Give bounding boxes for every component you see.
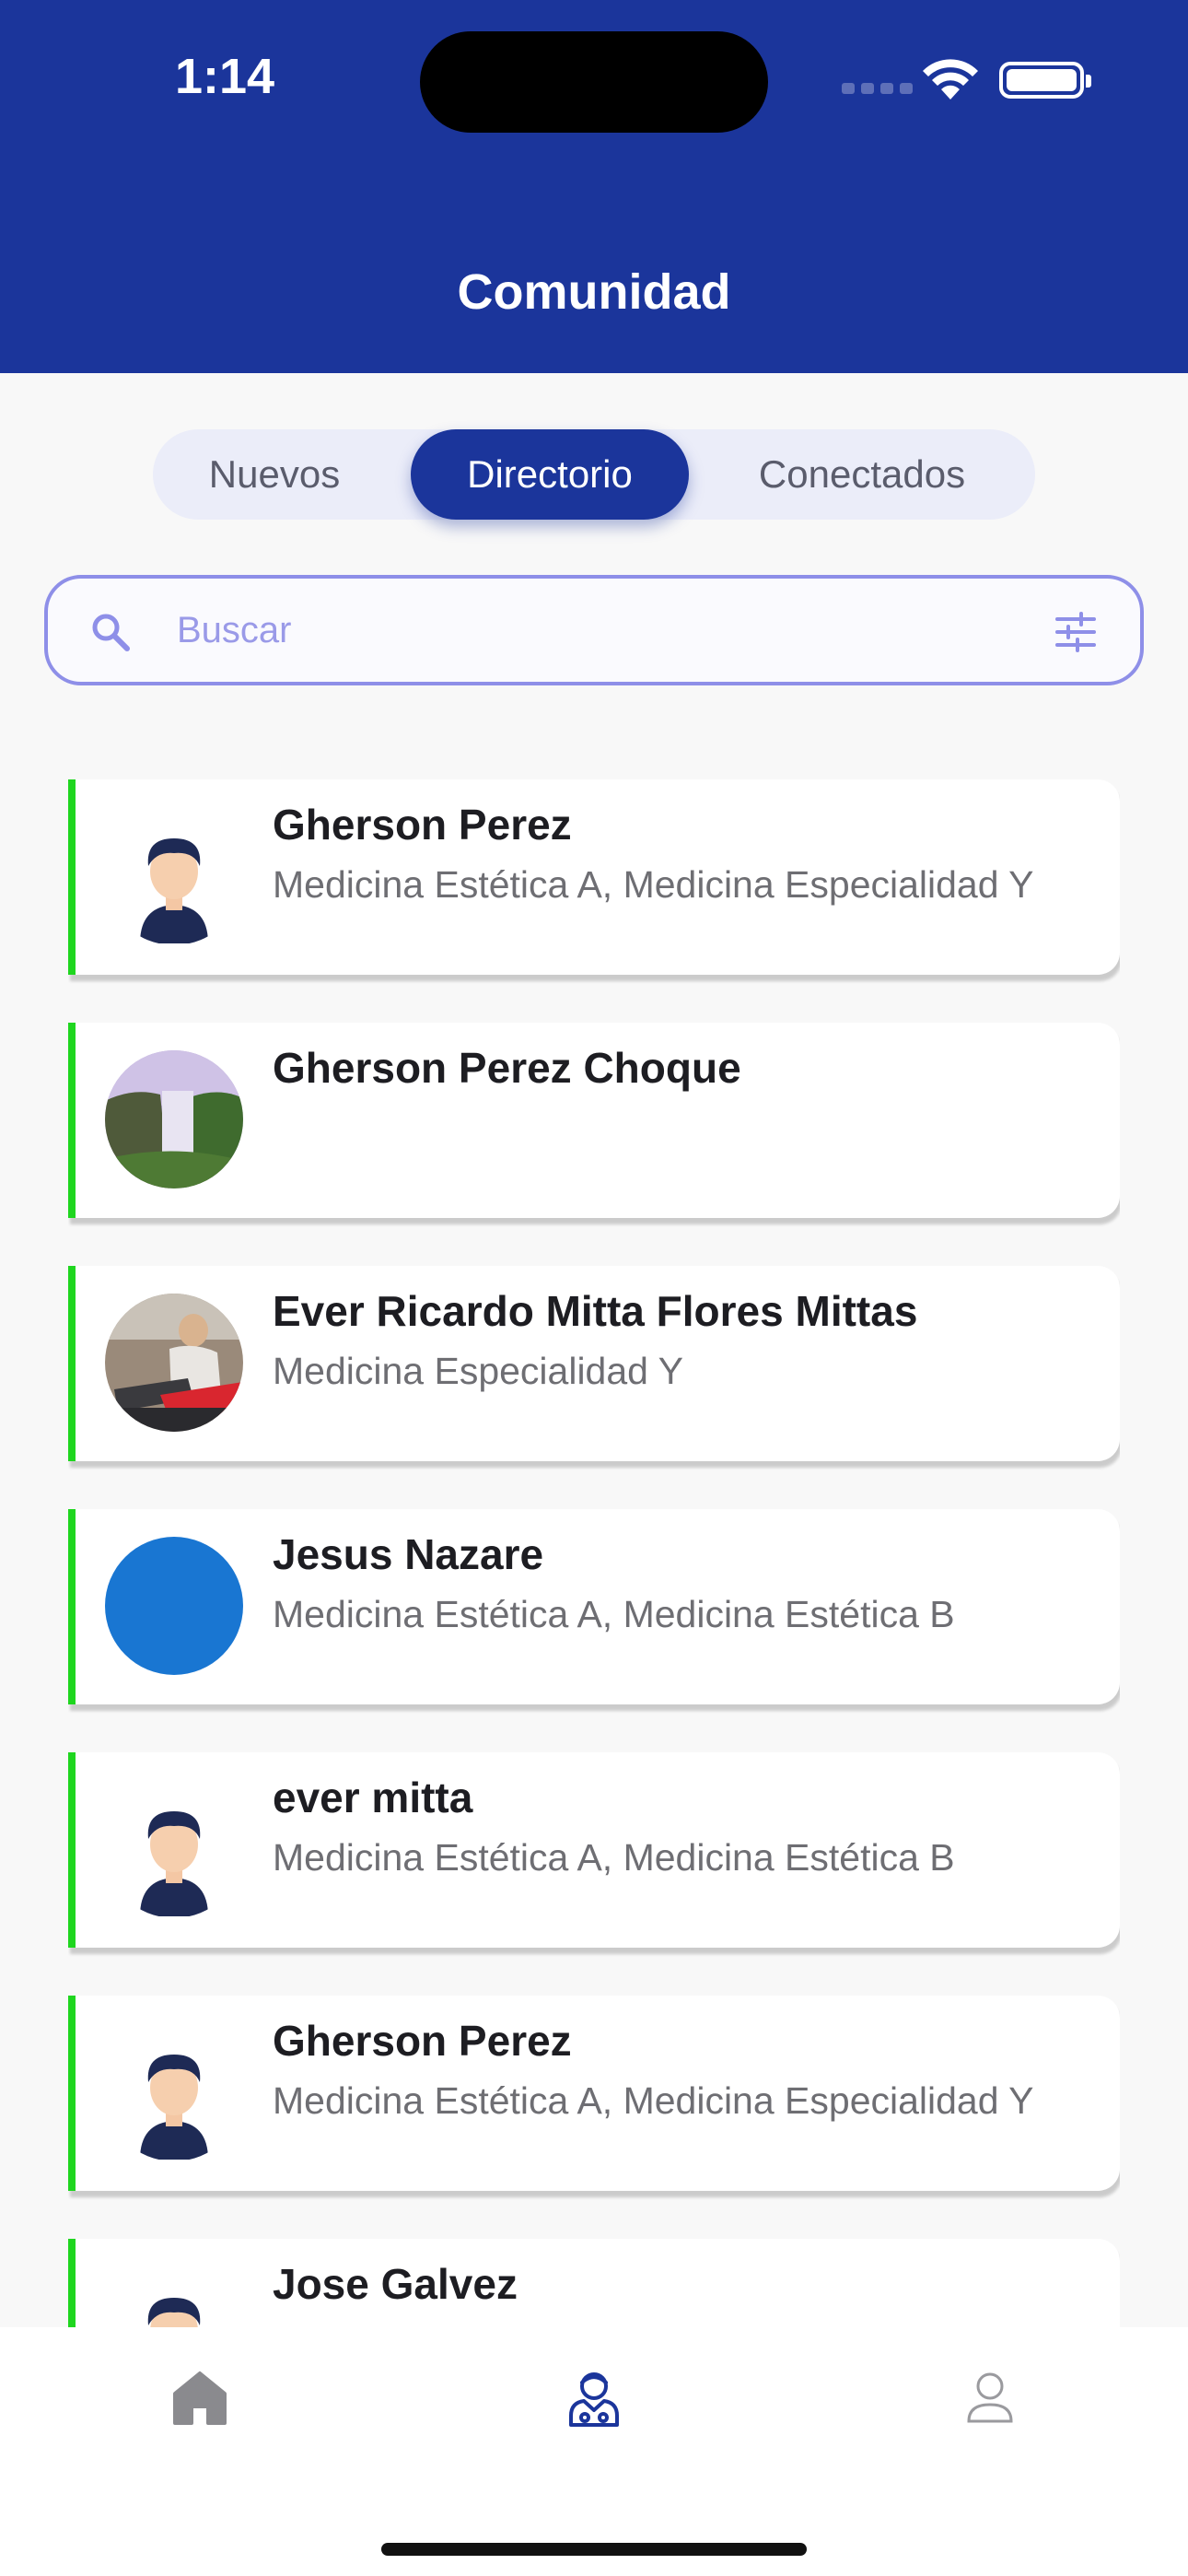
member-name: Jose Galvez <box>273 2260 518 2308</box>
member-card[interactable]: Jesus Nazare Medicina Estética A, Medici… <box>68 1509 1120 1704</box>
home-icon[interactable] <box>168 2366 232 2430</box>
waterfall-photo-avatar <box>105 1050 243 1188</box>
member-specialties: Medicina Estética A, Medicina Estética B <box>273 1593 955 1635</box>
default-male-avatar-icon <box>105 2266 243 2327</box>
default-male-avatar-icon <box>105 1780 243 1918</box>
default-male-avatar-icon <box>105 2023 243 2161</box>
member-specialties: Medicina Estética A, Medicina Estética B <box>273 1836 955 1879</box>
member-card[interactable]: Ever Ricardo Mitta Flores Mittas Medicin… <box>68 1266 1120 1461</box>
member-name: ever mitta <box>273 1774 473 1821</box>
page-title: Comunidad <box>457 264 731 320</box>
tab-directorio[interactable]: Directorio <box>411 429 689 520</box>
blue-circle-avatar <box>105 1537 243 1675</box>
default-male-avatar-icon <box>105 807 243 945</box>
member-name: Gherson Perez Choque <box>273 1044 741 1092</box>
cellular-signal-icon <box>842 83 913 94</box>
member-card[interactable]: Gherson Perez Choque <box>68 1023 1120 1218</box>
member-name: Ever Ricardo Mitta Flores Mittas <box>273 1287 918 1335</box>
home-indicator <box>381 2543 807 2556</box>
person-photo-avatar <box>105 1294 243 1432</box>
tab-nuevos[interactable]: Nuevos <box>153 429 396 520</box>
doctor-community-icon[interactable] <box>562 2366 626 2430</box>
tab-conectados[interactable]: Conectados <box>689 429 1035 520</box>
member-name: Jesus Nazare <box>273 1530 544 1578</box>
dynamic-island <box>420 31 768 133</box>
search-icon <box>92 614 130 651</box>
member-card[interactable]: ever mitta Medicina Estética A, Medicina… <box>68 1752 1120 1948</box>
app-header: 1:14 Comunidad <box>0 0 1188 373</box>
battery-icon <box>999 62 1091 99</box>
filter-sliders-icon[interactable] <box>1055 612 1096 652</box>
segmented-tabs: Nuevos Directorio Conectados <box>153 429 1035 520</box>
member-card[interactable]: Gherson Perez Medicina Estética A, Medic… <box>68 1996 1120 2191</box>
wifi-icon <box>923 59 978 100</box>
search-bar <box>44 575 1144 685</box>
profile-icon[interactable] <box>958 2366 1022 2430</box>
member-card[interactable]: Jose Galvez <box>68 2239 1120 2327</box>
bottom-navigation <box>0 2327 1188 2576</box>
member-specialties: Medicina Especialidad Y <box>273 1350 683 1392</box>
status-time: 1:14 <box>175 49 275 104</box>
member-name: Gherson Perez <box>273 801 572 849</box>
member-name: Gherson Perez <box>273 2017 572 2065</box>
search-input[interactable] <box>177 597 1061 663</box>
member-list: Gherson Perez Medicina Estética A, Medic… <box>68 779 1120 2327</box>
member-specialties: Medicina Estética A, Medicina Especialid… <box>273 863 1034 906</box>
member-specialties: Medicina Estética A, Medicina Especialid… <box>273 2079 1034 2122</box>
member-card[interactable]: Gherson Perez Medicina Estética A, Medic… <box>68 779 1120 975</box>
